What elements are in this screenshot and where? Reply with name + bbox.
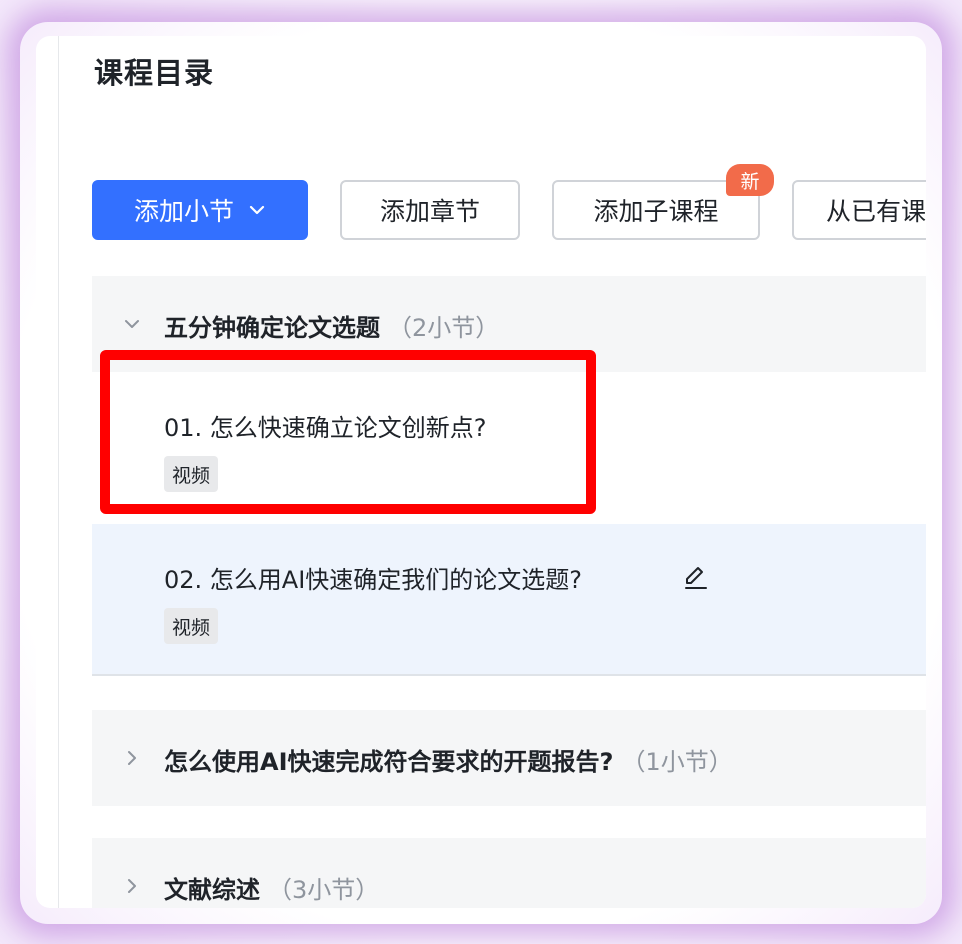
chapter-header[interactable]: 五分钟确定论文选题 （2小节） (92, 276, 926, 372)
add-section-button[interactable]: 添加小节 (92, 180, 308, 240)
pencil-icon[interactable] (680, 562, 710, 592)
lesson-title: 01. 怎么快速确立论文创新点? (164, 414, 487, 442)
left-divider (58, 36, 59, 908)
chapter-title-text: 文献综述 (164, 876, 260, 904)
chevron-down-icon (249, 205, 265, 215)
lesson-item[interactable]: 02. 怎么用AI快速确定我们的论文选题? 视频 (92, 524, 926, 676)
add-from-existing-button[interactable]: 从已有课 (792, 180, 926, 240)
add-subcourse-label: 添加子课程 (593, 197, 719, 226)
chapter-2: 怎么使用AI快速完成符合要求的开题报告? （1小节） (92, 710, 926, 806)
chapter-title-text: 怎么使用AI快速完成符合要求的开题报告? (164, 748, 614, 776)
page-title: 课程目录 (94, 56, 215, 90)
stage: 课程目录 添加小节 添加章节 添加子课程 新 从已有课 五分钟确定论文选题（2 (0, 0, 962, 944)
add-from-existing-label: 从已有课 (826, 197, 926, 226)
chapter-title: 怎么使用AI快速完成符合要求的开题报告? （1小节） (164, 742, 733, 777)
chapter-3: 文献综述 （3小节） (92, 838, 926, 908)
chapter-count: （3小节） (268, 876, 380, 904)
add-chapter-label: 添加章节 (379, 197, 480, 226)
chapter-count: （2小节） (388, 314, 500, 342)
add-chapter-button[interactable]: 添加章节 (340, 180, 520, 240)
video-tag: 视频 (164, 608, 219, 644)
chevron-down-icon[interactable] (122, 314, 142, 334)
lesson-item[interactable]: 01. 怎么快速确立论文创新点? 视频 (92, 372, 926, 524)
lesson-title: 02. 怎么用AI快速确定我们的论文选题? (164, 566, 583, 594)
add-section-label: 添加小节 (133, 197, 234, 226)
chapter-count: （1小节） (621, 748, 733, 776)
chapter-title: 五分钟确定论文选题 （2小节） (164, 308, 499, 343)
chevron-right-icon[interactable] (122, 748, 142, 768)
chapter-header[interactable]: 文献综述 （3小节） (92, 838, 926, 908)
chapter-title: 文献综述 （3小节） (164, 870, 379, 905)
video-tag: 视频 (164, 456, 219, 492)
chevron-right-icon[interactable] (122, 876, 142, 896)
course-catalog-window: 课程目录 添加小节 添加章节 添加子课程 新 从已有课 五分钟确定论文选题（2 (36, 36, 926, 908)
chapter-1: 五分钟确定论文选题 （2小节） 01. 怎么快速确立论文创新点? 视频 02. 怎… (92, 276, 926, 676)
chapter-title-text: 五分钟确定论文选题 (164, 314, 380, 342)
new-badge: 新 (726, 164, 774, 196)
chapter-header[interactable]: 怎么使用AI快速完成符合要求的开题报告? （1小节） (92, 710, 926, 806)
